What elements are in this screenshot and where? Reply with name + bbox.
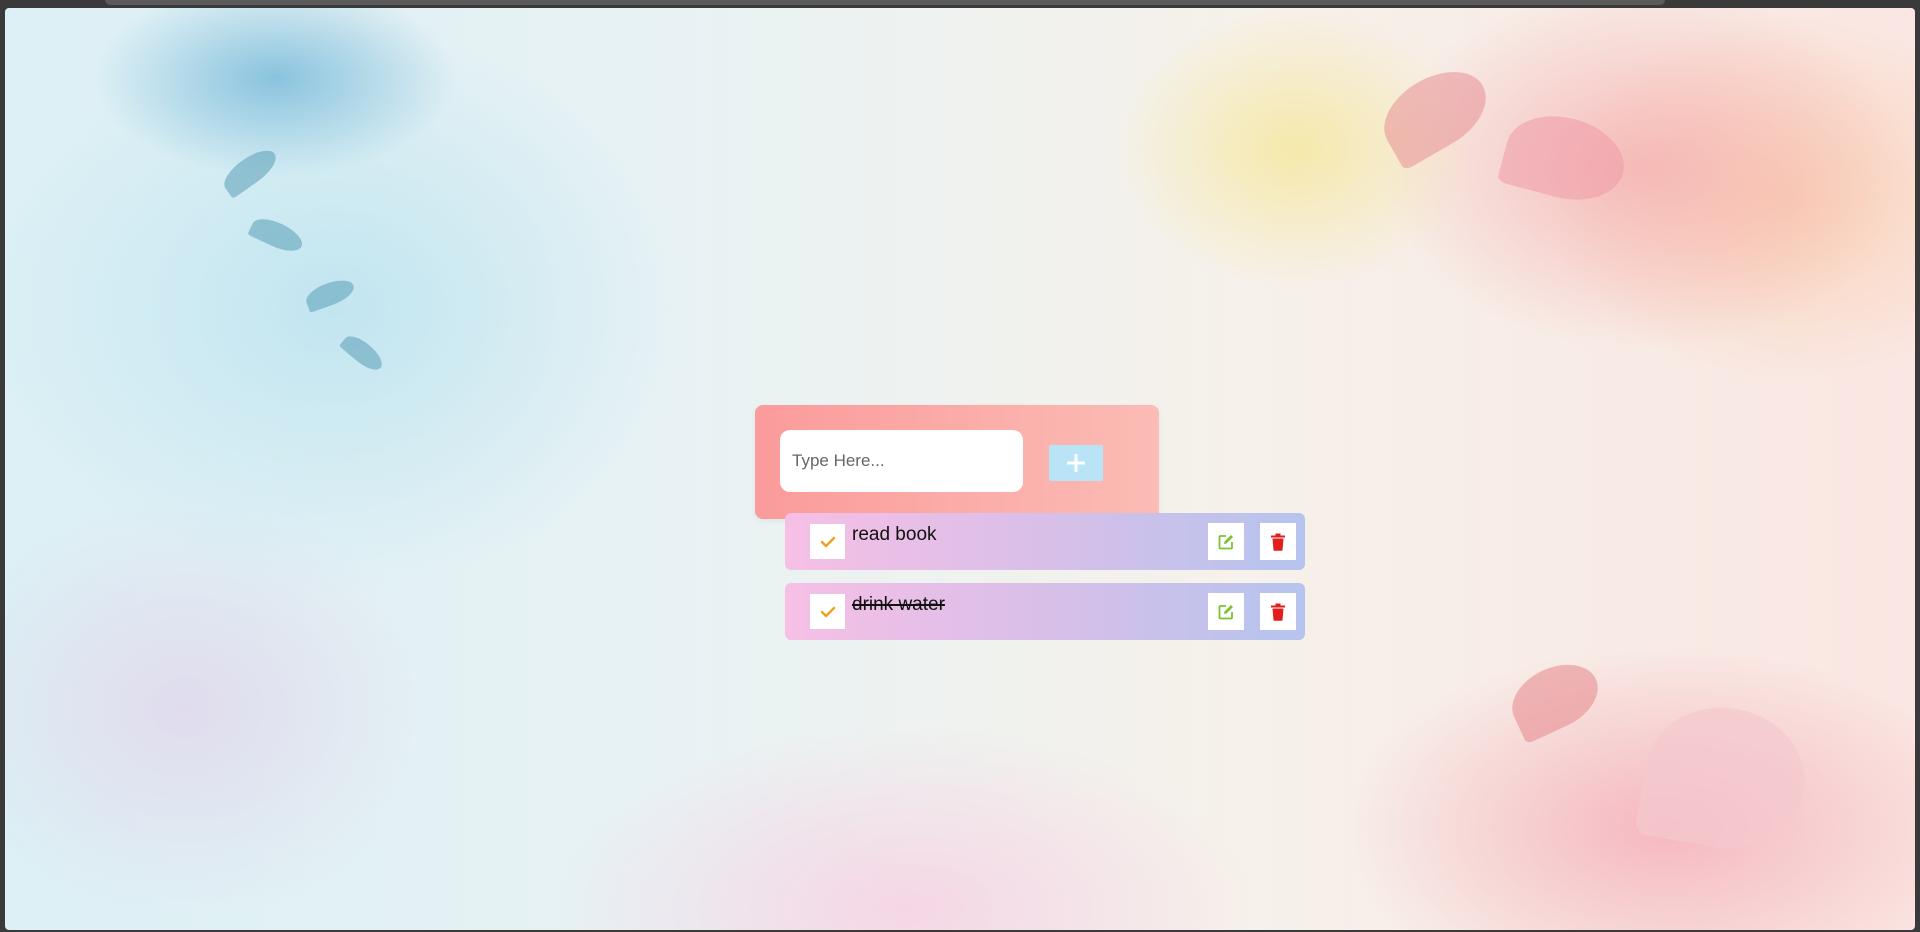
background-petal xyxy=(1501,651,1609,745)
background-leaf xyxy=(217,143,283,199)
complete-checkbox[interactable] xyxy=(810,594,845,629)
delete-button[interactable] xyxy=(1260,593,1296,630)
browser-top-edge xyxy=(105,0,1665,5)
delete-button[interactable] xyxy=(1260,523,1296,560)
complete-checkbox[interactable] xyxy=(810,524,845,559)
edit-icon xyxy=(1218,604,1233,619)
todo-item: drink water xyxy=(785,583,1305,640)
check-icon xyxy=(820,536,835,547)
background-petal xyxy=(1496,103,1634,213)
task-input[interactable] xyxy=(780,430,1023,492)
todo-input-card xyxy=(755,405,1159,519)
background-leaf xyxy=(247,212,307,258)
trash-icon xyxy=(1271,533,1285,551)
todo-item: read book xyxy=(785,513,1305,570)
background-flower xyxy=(1634,695,1816,861)
trash-icon xyxy=(1271,603,1285,621)
plus-icon xyxy=(1067,454,1085,472)
todo-text: read book xyxy=(852,524,937,545)
todo-text: drink water xyxy=(852,594,945,615)
background-petal xyxy=(1369,55,1501,171)
check-icon xyxy=(820,606,835,617)
background-leaf xyxy=(302,275,358,313)
edit-icon xyxy=(1218,534,1233,549)
add-task-button[interactable] xyxy=(1049,445,1103,481)
edit-button[interactable] xyxy=(1208,593,1244,630)
edit-button[interactable] xyxy=(1208,523,1244,560)
background-leaf xyxy=(338,330,388,376)
